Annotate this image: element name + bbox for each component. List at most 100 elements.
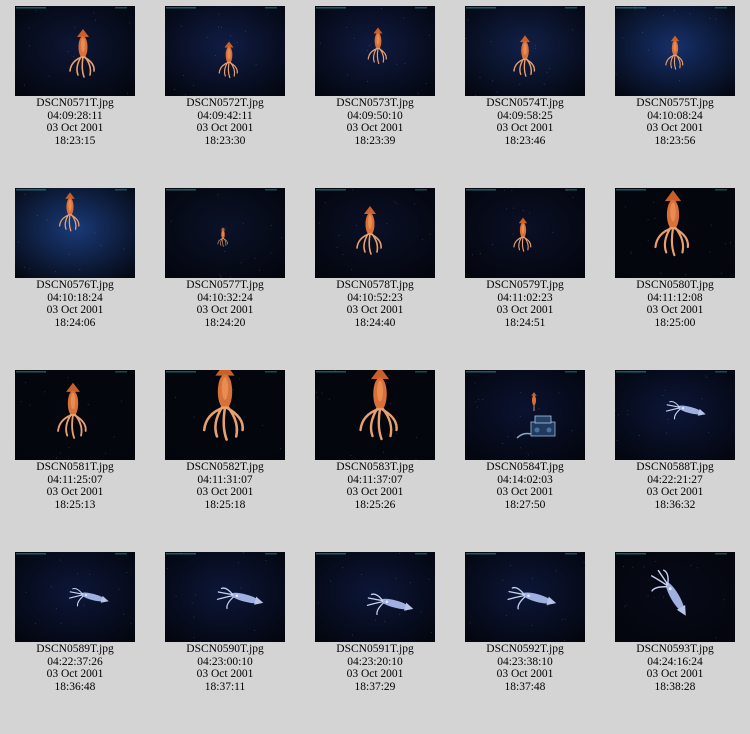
thumbnail-item: DSCN0590T.jpg 04:23:00:10 03 Oct 2001 18… <box>150 546 300 696</box>
thumbnail-caption: DSCN0582T.jpg 04:11:31:07 03 Oct 2001 18… <box>150 461 300 511</box>
time-label: 18:24:40 <box>354 316 396 329</box>
thumbnail-image[interactable] <box>315 370 435 460</box>
thumbnail-caption: DSCN0583T.jpg 04:11:37:07 03 Oct 2001 18… <box>300 461 450 511</box>
time-label: 18:23:39 <box>354 134 396 147</box>
thumbnail-item: DSCN0588T.jpg 04:22:21:27 03 Oct 2001 18… <box>600 364 750 514</box>
thumbnail-caption: DSCN0574T.jpg 04:09:58:25 03 Oct 2001 18… <box>450 97 600 147</box>
time-label: 18:23:15 <box>54 134 96 147</box>
timecode-label: 04:14:02:03 <box>497 473 553 486</box>
thumbnail-item: DSCN0593T.jpg 04:24:16:24 03 Oct 2001 18… <box>600 546 750 696</box>
thumbnail-caption: DSCN0584T.jpg 04:14:02:03 03 Oct 2001 18… <box>450 461 600 511</box>
thumbnail-caption: DSCN0575T.jpg 04:10:08:24 03 Oct 2001 18… <box>600 97 750 147</box>
deep-sea-photo <box>615 552 735 642</box>
date-label: 03 Oct 2001 <box>496 668 554 681</box>
timecode-label: 04:10:32:24 <box>197 291 253 304</box>
timecode-label: 04:09:58:25 <box>497 109 553 122</box>
thumbnail-image[interactable] <box>315 552 435 642</box>
timecode-label: 04:11:25:07 <box>47 473 103 486</box>
deep-sea-photo <box>315 552 435 642</box>
thumbnail-image[interactable] <box>165 370 285 460</box>
thumbnail-image[interactable] <box>615 188 735 278</box>
thumbnail-caption: DSCN0591T.jpg 04:23:20:10 03 Oct 2001 18… <box>300 643 450 693</box>
filename-label: DSCN0588T.jpg <box>636 461 714 473</box>
timecode-label: 04:22:21:27 <box>647 473 703 486</box>
filename-label: DSCN0589T.jpg <box>36 643 114 655</box>
date-label: 03 Oct 2001 <box>346 122 404 135</box>
thumbnail-image[interactable] <box>615 370 735 460</box>
thumbnail-image[interactable] <box>15 552 135 642</box>
filename-label: DSCN0593T.jpg <box>636 643 714 655</box>
thumbnail-image[interactable] <box>465 188 585 278</box>
thumbnail-caption: DSCN0589T.jpg 04:22:37:26 03 Oct 2001 18… <box>0 643 150 693</box>
timecode-label: 04:24:16:24 <box>647 655 703 668</box>
time-label: 18:27:50 <box>504 498 546 511</box>
thumbnail-caption: DSCN0572T.jpg 04:09:42:11 03 Oct 2001 18… <box>150 97 300 147</box>
timecode-label: 04:11:31:07 <box>197 473 253 486</box>
thumbnail-item: DSCN0584T.jpg 04:14:02:03 03 Oct 2001 18… <box>450 364 600 514</box>
timecode-label: 04:09:28:11 <box>47 109 103 122</box>
filename-label: DSCN0590T.jpg <box>186 643 264 655</box>
thumbnail-image[interactable] <box>165 6 285 96</box>
date-label: 03 Oct 2001 <box>196 122 254 135</box>
time-label: 18:24:51 <box>504 316 546 329</box>
thumbnail-image[interactable] <box>15 6 135 96</box>
time-label: 18:25:13 <box>54 498 96 511</box>
filename-label: DSCN0572T.jpg <box>186 97 264 109</box>
thumbnail-caption: DSCN0593T.jpg 04:24:16:24 03 Oct 2001 18… <box>600 643 750 693</box>
thumbnail-image[interactable] <box>615 552 735 642</box>
deep-sea-photo <box>615 370 735 460</box>
thumbnail-image[interactable] <box>15 188 135 278</box>
filename-label: DSCN0575T.jpg <box>636 97 714 109</box>
thumbnail-item: DSCN0576T.jpg 04:10:18:24 03 Oct 2001 18… <box>0 182 150 332</box>
deep-sea-photo <box>465 552 585 642</box>
timecode-label: 04:22:37:26 <box>47 655 103 668</box>
time-label: 18:36:32 <box>654 498 696 511</box>
filename-label: DSCN0592T.jpg <box>486 643 564 655</box>
time-label: 18:38:28 <box>654 680 696 693</box>
thumbnail-item: DSCN0571T.jpg 04:09:28:11 03 Oct 2001 18… <box>0 0 150 150</box>
date-label: 03 Oct 2001 <box>646 304 704 317</box>
thumbnail-image[interactable] <box>165 552 285 642</box>
deep-sea-photo <box>315 188 435 278</box>
thumbnail-image[interactable] <box>315 188 435 278</box>
thumbnail-caption: DSCN0590T.jpg 04:23:00:10 03 Oct 2001 18… <box>150 643 300 693</box>
filename-label: DSCN0576T.jpg <box>36 279 114 291</box>
thumbnail-caption: DSCN0578T.jpg 04:10:52:23 03 Oct 2001 18… <box>300 279 450 329</box>
date-label: 03 Oct 2001 <box>196 304 254 317</box>
date-label: 03 Oct 2001 <box>46 304 104 317</box>
date-label: 03 Oct 2001 <box>196 486 254 499</box>
thumbnail-image[interactable] <box>465 6 585 96</box>
thumbnail-item: DSCN0572T.jpg 04:09:42:11 03 Oct 2001 18… <box>150 0 300 150</box>
thumbnail-image[interactable] <box>465 552 585 642</box>
thumbnail-image[interactable] <box>465 370 585 460</box>
thumbnail-item: DSCN0591T.jpg 04:23:20:10 03 Oct 2001 18… <box>300 546 450 696</box>
time-label: 18:23:30 <box>204 134 246 147</box>
filename-label: DSCN0583T.jpg <box>336 461 414 473</box>
filename-label: DSCN0574T.jpg <box>486 97 564 109</box>
thumbnail-item: DSCN0592T.jpg 04:23:38:10 03 Oct 2001 18… <box>450 546 600 696</box>
time-label: 18:24:20 <box>204 316 246 329</box>
thumbnail-image[interactable] <box>315 6 435 96</box>
timecode-label: 04:23:38:10 <box>497 655 553 668</box>
thumbnail-image[interactable] <box>615 6 735 96</box>
timecode-label: 04:11:37:07 <box>347 473 403 486</box>
date-label: 03 Oct 2001 <box>646 122 704 135</box>
thumbnail-item: DSCN0582T.jpg 04:11:31:07 03 Oct 2001 18… <box>150 364 300 514</box>
timecode-label: 04:10:52:23 <box>347 291 403 304</box>
filename-label: DSCN0579T.jpg <box>486 279 564 291</box>
thumbnail-item: DSCN0573T.jpg 04:09:50:10 03 Oct 2001 18… <box>300 0 450 150</box>
deep-sea-photo <box>315 370 435 460</box>
timecode-label: 04:23:20:10 <box>347 655 403 668</box>
deep-sea-photo <box>465 370 585 460</box>
date-label: 03 Oct 2001 <box>346 668 404 681</box>
thumbnail-image[interactable] <box>165 188 285 278</box>
thumbnail-image[interactable] <box>15 370 135 460</box>
date-label: 03 Oct 2001 <box>196 668 254 681</box>
timecode-label: 04:09:50:10 <box>347 109 403 122</box>
thumbnail-caption: DSCN0573T.jpg 04:09:50:10 03 Oct 2001 18… <box>300 97 450 147</box>
deep-sea-photo <box>165 6 285 96</box>
thumbnail-item: DSCN0581T.jpg 04:11:25:07 03 Oct 2001 18… <box>0 364 150 514</box>
time-label: 18:37:48 <box>504 680 546 693</box>
thumbnail-item: DSCN0589T.jpg 04:22:37:26 03 Oct 2001 18… <box>0 546 150 696</box>
thumbnail-item: DSCN0578T.jpg 04:10:52:23 03 Oct 2001 18… <box>300 182 450 332</box>
